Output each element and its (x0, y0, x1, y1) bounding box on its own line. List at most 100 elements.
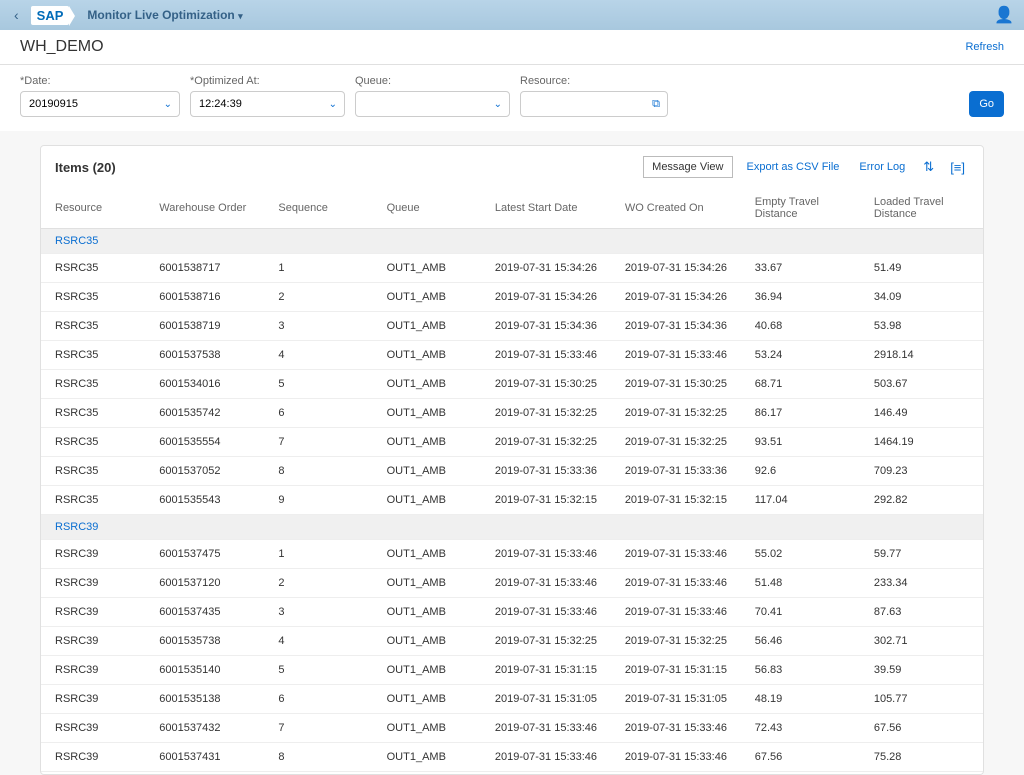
cell-seq: 7 (268, 714, 376, 743)
cell-seq: 9 (268, 772, 376, 775)
group-label: RSRC35 (41, 229, 983, 254)
cell-seq: 5 (268, 370, 376, 399)
cell-wco: 2019-07-31 15:31:15 (615, 656, 745, 685)
cell-lsd: 2019-07-31 15:32:25 (485, 399, 615, 428)
table-row[interactable]: RSRC3960015374353OUT1_AMB2019-07-31 15:3… (41, 598, 983, 627)
app-title[interactable]: Monitor Live Optimization ▾ (87, 8, 242, 22)
items-title: Items (20) (55, 160, 116, 175)
table-row[interactable]: RSRC3560015387162OUT1_AMB2019-07-31 15:3… (41, 283, 983, 312)
col-ltd[interactable]: Loaded Travel Distance (864, 188, 983, 229)
cell-wo: 6001537435 (149, 598, 268, 627)
table-row[interactable]: RSRC3960015351386OUT1_AMB2019-07-31 15:3… (41, 685, 983, 714)
cell-resource: RSRC39 (41, 540, 149, 569)
cell-wo: 6001535738 (149, 627, 268, 656)
table-row[interactable]: RSRC3560015340165OUT1_AMB2019-07-31 15:3… (41, 370, 983, 399)
cell-wco: 2019-07-31 15:33:46 (615, 569, 745, 598)
cell-wo: 6001535138 (149, 685, 268, 714)
cell-queue: OUT1_AMB (377, 627, 485, 656)
go-button[interactable]: Go (969, 91, 1004, 117)
sort-icon[interactable]: ⇅ (919, 159, 938, 175)
export-csv-link[interactable]: Export as CSV File (741, 157, 846, 177)
table-row[interactable]: RSRC3960015374327OUT1_AMB2019-07-31 15:3… (41, 714, 983, 743)
cell-lsd: 2019-07-31 15:31:05 (485, 685, 615, 714)
cell-queue: OUT1_AMB (377, 428, 485, 457)
cell-resource: RSRC39 (41, 714, 149, 743)
refresh-link[interactable]: Refresh (965, 41, 1004, 53)
table-row[interactable]: RSRC3560015370528OUT1_AMB2019-07-31 15:3… (41, 457, 983, 486)
error-log-link[interactable]: Error Log (853, 157, 911, 177)
cell-ltd: 67.56 (864, 714, 983, 743)
cell-ltd: 1464.19 (864, 428, 983, 457)
table-row[interactable]: RSRC3960015336009OUT1_AMB2019-07-31 15:3… (41, 772, 983, 775)
date-input[interactable] (20, 91, 180, 117)
table-row[interactable]: RSRC3560015387193OUT1_AMB2019-07-31 15:3… (41, 312, 983, 341)
table-row[interactable]: RSRC3960015374751OUT1_AMB2019-07-31 15:3… (41, 540, 983, 569)
cell-queue: OUT1_AMB (377, 772, 485, 775)
table-row[interactable]: RSRC3960015374318OUT1_AMB2019-07-31 15:3… (41, 743, 983, 772)
table-container[interactable]: Items (20) Message View Export as CSV Fi… (40, 145, 984, 775)
resource-input[interactable] (520, 91, 668, 117)
cell-resource: RSRC39 (41, 743, 149, 772)
col-etd[interactable]: Empty Travel Distance (745, 188, 864, 229)
filter-queue: Queue: ⌄ (355, 75, 510, 117)
col-wco[interactable]: WO Created On (615, 188, 745, 229)
cell-ltd: 34.09 (864, 283, 983, 312)
queue-input[interactable] (355, 91, 510, 117)
table-row[interactable]: RSRC3560015375384OUT1_AMB2019-07-31 15:3… (41, 341, 983, 370)
cell-wco: 2019-07-31 15:30:25 (615, 370, 745, 399)
cell-ltd: 146.49 (864, 399, 983, 428)
page-title: WH_DEMO (20, 38, 104, 56)
cell-seq: 3 (268, 312, 376, 341)
cell-lsd: 2019-07-31 15:34:36 (485, 312, 615, 341)
items-title-count: (20) (93, 160, 116, 175)
user-icon[interactable]: 👤 (994, 5, 1014, 25)
col-queue[interactable]: Queue (377, 188, 485, 229)
cell-resource: RSRC35 (41, 254, 149, 283)
cell-wco: 2019-07-31 15:33:46 (615, 341, 745, 370)
group-label: RSRC39 (41, 515, 983, 540)
cell-etd: 48.19 (745, 685, 864, 714)
message-view-button[interactable]: Message View (643, 156, 732, 178)
cell-lsd: 2019-07-31 15:32:25 (485, 627, 615, 656)
cell-etd: 40.68 (745, 312, 864, 341)
cell-wco: 2019-07-31 15:33:46 (615, 540, 745, 569)
table-row[interactable]: RSRC3960015371202OUT1_AMB2019-07-31 15:3… (41, 569, 983, 598)
group-row[interactable]: RSRC39 (41, 515, 983, 540)
table-row[interactable]: RSRC3560015355547OUT1_AMB2019-07-31 15:3… (41, 428, 983, 457)
cell-etd: 93.51 (745, 428, 864, 457)
col-resource[interactable]: Resource (41, 188, 149, 229)
table-row[interactable]: RSRC3560015355439OUT1_AMB2019-07-31 15:3… (41, 486, 983, 515)
cell-ltd: 75.28 (864, 743, 983, 772)
cell-ltd: 302.71 (864, 627, 983, 656)
settings-icon[interactable]: [≡] (946, 160, 969, 175)
cell-ltd: 233.34 (864, 569, 983, 598)
cell-queue: OUT1_AMB (377, 714, 485, 743)
col-wo[interactable]: Warehouse Order (149, 188, 268, 229)
chevron-down-icon: ▾ (238, 11, 243, 21)
cell-queue: OUT1_AMB (377, 569, 485, 598)
col-seq[interactable]: Sequence (268, 188, 376, 229)
table-row[interactable]: RSRC3560015387171OUT1_AMB2019-07-31 15:3… (41, 254, 983, 283)
cell-resource: RSRC35 (41, 283, 149, 312)
cell-etd: 51.48 (745, 569, 864, 598)
group-row[interactable]: RSRC35 (41, 229, 983, 254)
table-row[interactable]: RSRC3560015357426OUT1_AMB2019-07-31 15:3… (41, 399, 983, 428)
cell-etd: 86.17 (745, 399, 864, 428)
cell-resource: RSRC35 (41, 312, 149, 341)
table-row[interactable]: RSRC3960015357384OUT1_AMB2019-07-31 15:3… (41, 627, 983, 656)
cell-ltd: 709.23 (864, 457, 983, 486)
cell-etd: 55.02 (745, 540, 864, 569)
cell-seq: 2 (268, 569, 376, 598)
cell-wco: 2019-07-31 15:32:25 (615, 399, 745, 428)
cell-seq: 7 (268, 428, 376, 457)
col-lsd[interactable]: Latest Start Date (485, 188, 615, 229)
table-row[interactable]: RSRC3960015351405OUT1_AMB2019-07-31 15:3… (41, 656, 983, 685)
cell-etd: 36.94 (745, 283, 864, 312)
cell-lsd: 2019-07-31 15:30:25 (485, 772, 615, 775)
cell-wco: 2019-07-31 15:33:36 (615, 457, 745, 486)
filter-optimized-at: *Optimized At: ⌄ (190, 75, 345, 117)
back-icon[interactable]: ‹ (10, 7, 23, 23)
cell-wco: 2019-07-31 15:32:25 (615, 428, 745, 457)
opt-input[interactable] (190, 91, 345, 117)
table-toolbar: Items (20) Message View Export as CSV Fi… (41, 146, 983, 188)
